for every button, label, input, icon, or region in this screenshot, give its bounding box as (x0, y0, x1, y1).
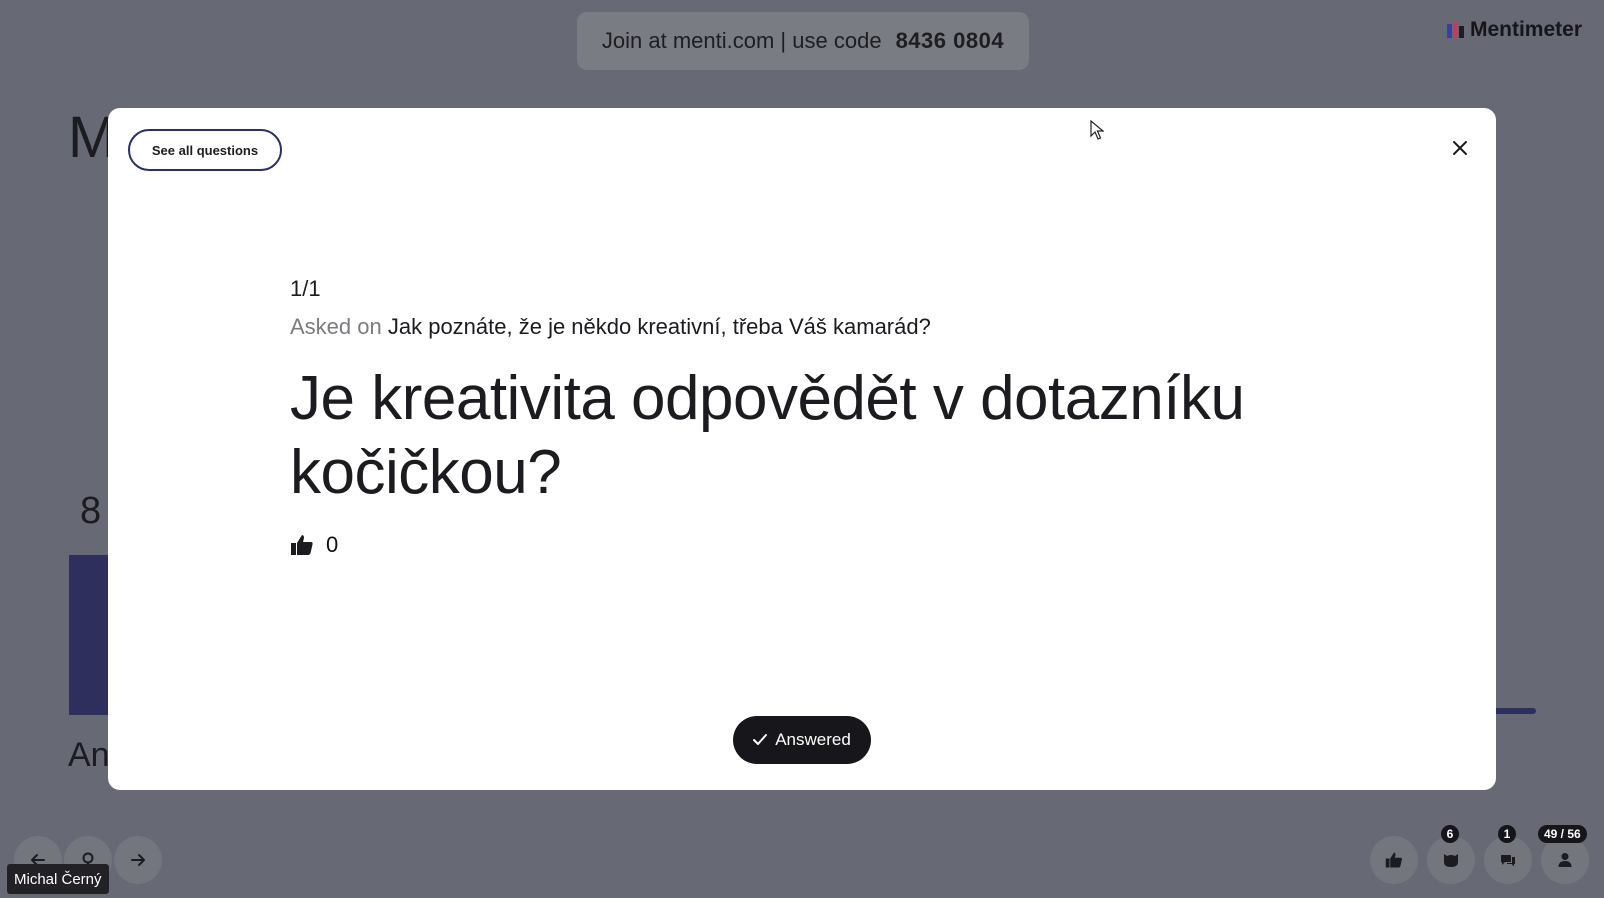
thumbs-up-icon (291, 535, 313, 555)
question-votes: 0 (290, 532, 1340, 558)
close-icon (1453, 141, 1467, 155)
comments-icon (1501, 855, 1515, 867)
join-code: 8436 0804 (895, 28, 1005, 53)
question-counter: 1/1 (290, 276, 321, 301)
asked-on-line: Asked on Jak poznáte, že je někdo kreati… (290, 314, 1340, 340)
comments-button[interactable] (1484, 836, 1532, 884)
votes-count: 0 (326, 532, 339, 557)
mentimeter-mark-icon (1446, 22, 1464, 38)
slide-counter-badge: 49 / 56 (1538, 825, 1587, 843)
close-button[interactable] (1444, 132, 1476, 164)
qa-modal: See all questions 1/1 Asked on Jak pozná… (108, 108, 1496, 790)
asked-on-slide: Jak poznáte, že je někdo kreativní, třeb… (387, 314, 931, 339)
brand-name: Mentimeter (1469, 18, 1582, 41)
presenter-name-tag: Michal Černý (7, 864, 109, 894)
audience-button[interactable] (1541, 836, 1589, 884)
background-result-count: 8 (80, 490, 102, 532)
qa-count-badge: 6 (1441, 825, 1459, 843)
question-line-2: kočičkou? (290, 438, 562, 507)
asked-on-prefix: Asked on (290, 314, 382, 339)
qa-button[interactable] (1427, 836, 1475, 884)
see-all-questions-button[interactable]: See all questions (128, 129, 282, 171)
join-instructions: Join at menti.com | use code 8436 0804 (577, 12, 1029, 70)
question-content: 1/1 Asked on Jak poznáte, že je někdo kr… (290, 276, 1340, 558)
comments-count-badge: 1 (1498, 825, 1516, 843)
qa-icon (1444, 854, 1458, 867)
answered-button[interactable]: Answered (733, 716, 871, 764)
answered-label: Answered (775, 730, 851, 749)
join-text: Join at menti.com | use code (601, 28, 882, 53)
next-slide-button[interactable] (114, 836, 162, 884)
thumbs-up-icon (1385, 852, 1402, 868)
person-icon (1558, 853, 1572, 867)
mouse-cursor-icon (1090, 120, 1104, 140)
question-text: Je kreativita odpovědět v dotazníku koči… (290, 362, 1340, 510)
reactions-button[interactable] (1370, 836, 1418, 884)
check-icon (753, 734, 768, 745)
arrow-right-icon (131, 854, 145, 866)
mentimeter-logo: Mentimeter (1446, 18, 1582, 42)
background-result-label: An (68, 736, 110, 774)
question-line-1: Je kreativita odpovědět v dotazníku (290, 364, 1245, 433)
